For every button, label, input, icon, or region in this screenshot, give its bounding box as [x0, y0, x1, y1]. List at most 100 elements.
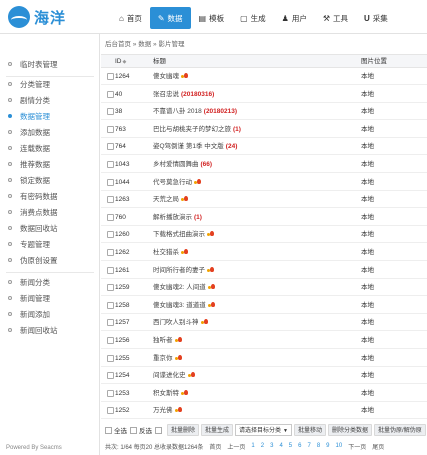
- row-title: 解析播放演示 (1): [153, 210, 202, 226]
- row-checkbox[interactable]: [107, 319, 114, 327]
- row-title-link[interactable]: 乡村爱情圆舞曲: [153, 161, 199, 168]
- page-number-link[interactable]: 5: [287, 443, 294, 449]
- row-checkbox[interactable]: [107, 125, 114, 133]
- row-title-link[interactable]: 间谍进化史: [153, 372, 186, 379]
- logo[interactable]: 海洋: [8, 6, 66, 28]
- page-number-link[interactable]: 9: [324, 443, 331, 449]
- batch-delete-checkbox[interactable]: [155, 426, 164, 434]
- sidebar-item[interactable]: 添加数据: [0, 124, 100, 140]
- row-title-link[interactable]: 巴比与胡桃夹子的梦幻之旅: [153, 126, 231, 133]
- row-checkbox[interactable]: [107, 354, 114, 362]
- row-title-link[interactable]: 傻女幽魂: [153, 73, 179, 80]
- target-category-select[interactable]: 请选择目标分类 ▼: [235, 424, 292, 436]
- table-row: 1264 傻女幽魂 本地: [101, 69, 427, 85]
- row-checkbox[interactable]: [107, 249, 114, 256]
- page-number-link[interactable]: 10: [334, 443, 345, 449]
- row-title-link[interactable]: 傻女幽魂3: 道道道: [153, 302, 206, 309]
- nav-user[interactable]: ♟ 用户: [274, 7, 315, 29]
- row-checkbox[interactable]: [107, 266, 114, 274]
- page-number-link[interactable]: 6: [296, 443, 303, 449]
- sidebar-item[interactable]: 新闻管理: [0, 290, 100, 306]
- batch-delete-button[interactable]: 批量删除: [167, 424, 200, 436]
- row-checkbox[interactable]: [107, 108, 114, 116]
- header-id[interactable]: ID◆: [115, 55, 126, 69]
- row-id: 1260: [115, 231, 130, 239]
- sidebar-item[interactable]: 分类管理: [0, 76, 100, 92]
- row-title-link[interactable]: 不靠谱八卦 2018: [153, 108, 202, 115]
- sidebar-item[interactable]: 新闻添加: [0, 306, 100, 322]
- row-checkbox[interactable]: [107, 231, 114, 239]
- sidebar-item[interactable]: 消费点数据: [0, 204, 100, 220]
- breadcrumb: 后台首页 » 数据 » 影片管理: [105, 41, 185, 48]
- nav-data[interactable]: ✎ 数据: [149, 7, 191, 29]
- sidebar-item[interactable]: 临时表管理: [0, 56, 100, 72]
- row-checkbox[interactable]: [107, 196, 114, 204]
- table-row: 1252 万光佛 本地: [101, 403, 427, 420]
- page-number-link[interactable]: 7: [305, 443, 312, 449]
- select-all-checkbox[interactable]: 全选: [105, 425, 127, 435]
- nav-generate[interactable]: ▢ 生成: [232, 7, 274, 29]
- delete-category-data-button[interactable]: 删除分类数据: [328, 424, 373, 436]
- nav-home[interactable]: ⌂ 首页: [111, 7, 150, 29]
- table-row: 763 巴比与胡桃夹子的梦幻之旅 (1) 本地: [101, 122, 427, 138]
- row-checkbox[interactable]: [107, 90, 114, 98]
- first-page-link[interactable]: 首页: [207, 442, 223, 451]
- row-title-link[interactable]: 西门吹人别斗神: [153, 319, 199, 326]
- batch-pseudo-button[interactable]: 批量伪原/解伪原: [374, 424, 426, 436]
- row-checkbox[interactable]: [107, 337, 114, 344]
- row-checkbox[interactable]: [107, 143, 114, 151]
- page-number-link[interactable]: 8: [315, 443, 322, 449]
- row-checkbox[interactable]: [107, 213, 114, 221]
- page-number-link[interactable]: 1: [249, 443, 256, 449]
- row-checkbox[interactable]: [107, 372, 114, 380]
- next-page-link[interactable]: 下一页: [346, 442, 368, 451]
- sidebar-item[interactable]: 专题管理: [0, 236, 100, 252]
- row-checkbox[interactable]: [107, 389, 114, 397]
- row-title-link[interactable]: 解析播放演示: [153, 214, 192, 221]
- sidebar-item[interactable]: 新闻分类: [0, 274, 100, 290]
- row-checkbox[interactable]: [107, 284, 114, 292]
- sidebar-item[interactable]: 数据回收站: [0, 220, 100, 236]
- sidebar-item[interactable]: 新闻回收站: [0, 322, 100, 338]
- nav-collect[interactable]: U 采集: [356, 7, 396, 29]
- row-title-link[interactable]: 积女斯特: [153, 390, 179, 397]
- row-title-link[interactable]: 代号莫急行动: [153, 179, 192, 186]
- sidebar-item[interactable]: 连载数据: [0, 140, 100, 156]
- row-title-link[interactable]: 万光佛: [153, 407, 173, 414]
- last-page-link[interactable]: 尾页: [370, 442, 386, 451]
- row-title-link[interactable]: 独听者: [153, 337, 173, 344]
- prev-page-link[interactable]: 上一页: [225, 442, 247, 451]
- page-number-link[interactable]: 2: [259, 443, 266, 449]
- row-title-link[interactable]: 重京你: [153, 355, 173, 362]
- invert-checkbox[interactable]: 反选: [130, 425, 152, 435]
- row-title-link[interactable]: 下载格式扭曲演示: [153, 231, 205, 238]
- batch-move-button[interactable]: 批量移动: [294, 424, 327, 436]
- row-checkbox[interactable]: [107, 301, 114, 309]
- batch-generate-button[interactable]: 批量生成: [201, 424, 234, 436]
- row-title-link[interactable]: 姿Q驾倒谨 第1季 中文版: [153, 143, 224, 150]
- row-checkbox[interactable]: [107, 73, 114, 80]
- bullet-icon: [8, 210, 12, 214]
- row-title-link[interactable]: 傻女幽魂2: 人间道: [153, 284, 206, 291]
- nav-template[interactable]: ▤ 模板: [191, 7, 233, 29]
- sidebar-item[interactable]: 伪原创设置: [0, 252, 100, 268]
- row-tag: (20180316): [181, 90, 215, 98]
- sidebar-item[interactable]: 有密码数据: [0, 188, 100, 204]
- row-checkbox[interactable]: [107, 161, 114, 168]
- sidebar-item-label: 新闻添加: [20, 309, 50, 319]
- row-title-link[interactable]: 张召忠说: [153, 91, 179, 98]
- row-position: 本地: [361, 90, 374, 98]
- page-number-link[interactable]: 3: [268, 443, 275, 449]
- row-checkbox[interactable]: [107, 407, 114, 415]
- sidebar-item[interactable]: 锁定数据: [0, 172, 100, 188]
- sidebar-item[interactable]: 数据管理: [0, 108, 100, 124]
- row-title-link[interactable]: 杜交猎杀: [153, 249, 179, 256]
- row-title-link[interactable]: 时间所行者的妻子: [153, 267, 205, 274]
- sidebar-item[interactable]: 剧情分类: [0, 92, 100, 108]
- sidebar-item[interactable]: 推荐数据: [0, 156, 100, 172]
- nav-tools[interactable]: ⚒ 工具: [315, 7, 356, 29]
- row-tag: (24): [225, 143, 238, 151]
- page-number-link[interactable]: 4: [277, 443, 284, 449]
- row-title-link[interactable]: 天荒之局: [153, 196, 179, 203]
- row-checkbox[interactable]: [107, 178, 114, 186]
